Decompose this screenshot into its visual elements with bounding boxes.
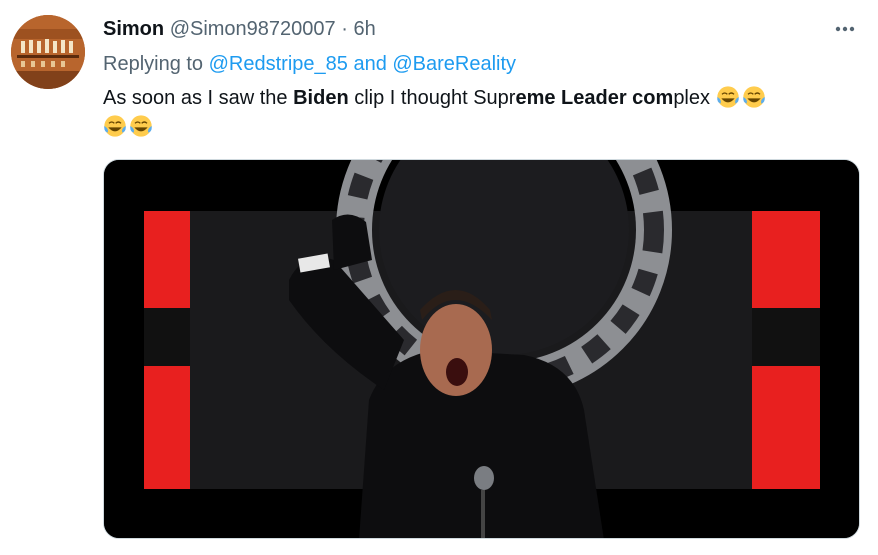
replying-to-line: Replying to @Redstripe_85 and @BareReali… (103, 51, 516, 77)
display-name[interactable]: Simon (103, 18, 164, 40)
tweet: Simon @Simon98720007 · 6h Replying to @R… (0, 0, 878, 555)
reply-mentions-link[interactable]: @Redstripe_85 and @BareReality (209, 53, 516, 75)
face-with-tears-of-joy-icon (104, 115, 126, 137)
media-scene (104, 160, 859, 538)
avatar[interactable] (11, 15, 85, 89)
more-horizontal-icon (835, 26, 855, 32)
tweet-text-bold: eme Leader com (515, 87, 674, 109)
more-options-button[interactable] (828, 16, 862, 42)
timestamp[interactable]: 6h (353, 18, 375, 40)
replying-to-label: Replying to (103, 53, 204, 75)
tweet-text-bold: Biden (293, 87, 349, 109)
tweet-text: As soon as I saw the Biden clip I though… (103, 84, 843, 142)
handle[interactable]: @Simon98720007 (170, 18, 336, 40)
tweet-text-part: clip I thought Supr (348, 87, 516, 109)
separator: · (341, 18, 348, 40)
tweet-text-part: As soon as I saw the (103, 87, 294, 109)
media-image[interactable] (103, 159, 860, 539)
face-with-tears-of-joy-icon (130, 115, 152, 137)
tweet-text-part: plex (673, 87, 711, 109)
face-with-tears-of-joy-icon (716, 86, 739, 108)
avatar-image (11, 15, 85, 89)
tweet-header: Simon @Simon98720007 · 6h (103, 17, 376, 41)
face-with-tears-of-joy-icon (742, 86, 765, 108)
